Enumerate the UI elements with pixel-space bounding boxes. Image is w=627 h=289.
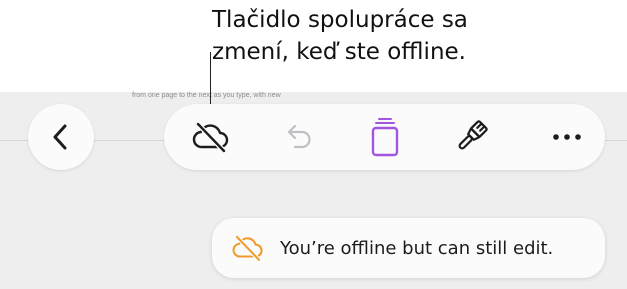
collaboration-button[interactable] (181, 104, 241, 170)
toolbar-pill (164, 104, 605, 170)
cloud-slash-icon (192, 122, 229, 153)
back-button[interactable] (28, 104, 94, 170)
ellipsis-icon (553, 134, 581, 140)
more-button[interactable] (537, 104, 597, 170)
document-text-snippet: from one page to the next as you type, w… (132, 92, 281, 99)
undo-button[interactable] (268, 104, 328, 170)
page-stack-icon (371, 118, 399, 157)
format-button[interactable] (441, 104, 501, 170)
cloud-slash-icon (232, 235, 263, 262)
chevron-left-icon (53, 124, 67, 150)
offline-message: You’re offline but can still edit. (280, 237, 554, 259)
pages-button[interactable] (355, 104, 415, 170)
undo-arrow-icon (287, 124, 311, 149)
callout-line-2: zmení, keď ste offline. (212, 39, 466, 65)
paintbrush-icon (458, 120, 488, 150)
callout-line-1: Tlačidlo spolupráce sa (212, 7, 468, 33)
offline-toast: You’re offline but can still edit. (212, 218, 605, 278)
toast-cloud-slash-icon (230, 230, 266, 266)
callout-annotation: Tlačidlo spolupráce sa zmení, keď ste of… (212, 4, 572, 68)
